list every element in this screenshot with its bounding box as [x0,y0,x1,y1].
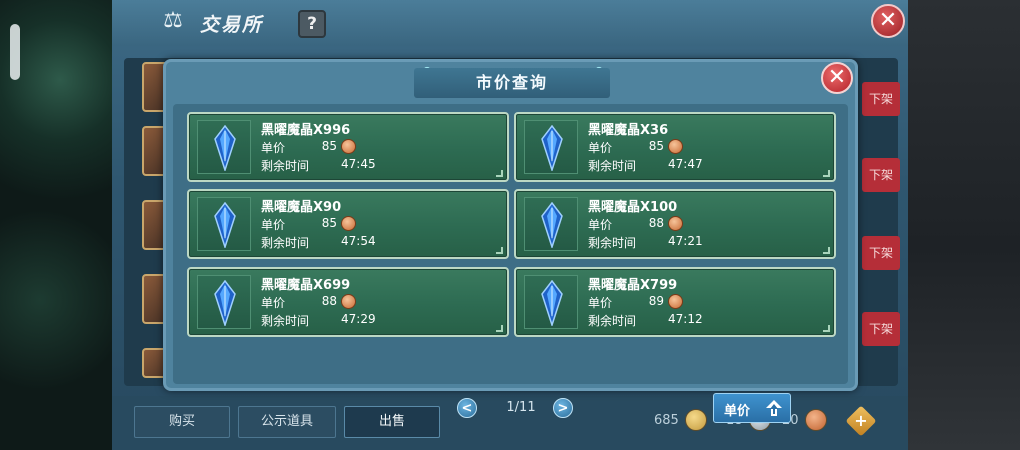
copper-coin-icon [668,216,683,231]
remaining-time: 47:29 [341,312,376,326]
listing-card[interactable]: 黑曜魔晶X100 单价 88 剩余时间 47:21 [514,189,836,259]
price-label: 单价 [588,296,613,310]
time-label: 剩余时间 [261,159,310,173]
item-name: 黑曜魔晶X100 [588,200,678,215]
unit-price: 88 [648,216,664,230]
gold-amount: 685 [654,412,679,428]
listing-grid: 黑曜魔晶X996 单价 85 剩余时间 47:45 黑曜魔晶X36 单价 85 剩余时间 47:4… [173,104,848,423]
unit-price: 85 [321,139,337,153]
unit-price: 89 [648,294,664,308]
obsidian-crystal-icon [214,202,236,248]
unit-price: 88 [321,294,337,308]
item-icon-frame [197,275,251,329]
scene-wall [908,0,1020,450]
copper-coin-icon [341,216,356,231]
item-icon-frame [524,197,578,251]
time-label: 剩余时间 [588,236,637,250]
listing-card[interactable]: 黑曜魔晶X36 单价 85 剩余时间 47:47 [514,112,836,182]
item-name: 黑曜魔晶X799 [588,278,678,293]
copper-coin-icon [668,294,683,309]
dialog-title: 市价查询 [475,73,548,92]
copper-coin-icon [668,139,683,154]
gold-currency: 685 [654,408,707,432]
market-price-dialog: 市价查询 ✕ 黑曜魔晶X996 单价 85 剩余时间 47:45 黑曜魔晶X36 单价 85 剩… [163,59,858,423]
obsidian-crystal-icon [541,202,563,248]
price-label: 单价 [261,141,286,155]
corner-decoration [496,325,503,332]
exchange-header: ⚖ 交易所 ? ✕ [112,0,908,46]
exchange-close-button[interactable]: ✕ [871,4,905,38]
obsidian-crystal-icon [214,125,236,171]
tab-buy[interactable]: 购买 [134,406,230,438]
time-label: 剩余时间 [588,314,637,328]
next-page-button[interactable]: > [553,398,573,418]
copper-coin-icon [341,294,356,309]
item-icon-frame [197,197,251,251]
remaining-time: 47:47 [668,157,703,171]
price-label: 单价 [588,141,613,155]
obsidian-crystal-icon [541,125,563,171]
price-label: 单价 [261,296,286,310]
remaining-time: 47:45 [341,157,376,171]
tab-public-items[interactable]: 公示道具 [238,406,336,438]
listing-card[interactable]: 黑曜魔晶X799 单价 89 剩余时间 47:12 [514,267,836,337]
exchange-title: 交易所 [200,14,264,36]
dialog-title-bar: 市价查询 [414,68,610,98]
side-drawer-handle[interactable] [10,24,20,80]
add-currency-icon[interactable]: + [845,405,877,437]
remaining-time: 47:54 [341,234,376,248]
item-icon-frame [524,275,578,329]
corner-decoration [496,170,503,177]
time-label: 剩余时间 [261,314,310,328]
listing-card[interactable]: 黑曜魔晶X996 单价 85 剩余时间 47:45 [187,112,509,182]
remaining-time: 47:12 [668,312,703,326]
obsidian-crystal-icon [214,280,236,326]
page-indicator: 1/11 [506,400,536,415]
item-icon-frame [524,120,578,174]
sort-arrow-icon [764,398,784,422]
prev-page-button[interactable]: < [457,398,477,418]
listing-card[interactable]: 黑曜魔晶X699 单价 88 剩余时间 47:29 [187,267,509,337]
scale-icon: ⚖ [163,8,183,33]
copper-coin-icon [341,139,356,154]
item-name: 黑曜魔晶X699 [261,278,351,293]
obsidian-crystal-icon [541,280,563,326]
corner-decoration [823,170,830,177]
unit-price: 85 [648,139,664,153]
price-label: 单价 [588,218,613,232]
dialog-close-button[interactable]: ✕ [821,62,853,94]
item-name: 黑曜魔晶X36 [588,123,669,138]
copper-coin-icon [804,409,827,431]
time-label: 剩余时间 [261,236,310,250]
sort-by-price-button[interactable]: 单价 [713,393,791,423]
help-button[interactable]: ? [298,10,326,38]
sort-label: 单价 [724,404,751,419]
tab-sell[interactable]: 出售 [344,406,440,438]
delist-button[interactable]: 下架 [862,312,900,346]
item-name: 黑曜魔晶X996 [261,123,351,138]
corner-decoration [823,247,830,254]
delist-button[interactable]: 下架 [862,82,900,116]
price-label: 单价 [261,218,286,232]
remaining-time: 47:21 [668,234,703,248]
unit-price: 85 [321,216,337,230]
item-icon-frame [197,120,251,174]
corner-decoration [823,325,830,332]
delist-button[interactable]: 下架 [862,158,900,192]
item-name: 黑曜魔晶X90 [261,200,342,215]
gold-coin-icon [684,409,707,431]
delist-button[interactable]: 下架 [862,236,900,270]
listing-card[interactable]: 黑曜魔晶X90 单价 85 剩余时间 47:54 [187,189,509,259]
corner-decoration [496,247,503,254]
time-label: 剩余时间 [588,159,637,173]
